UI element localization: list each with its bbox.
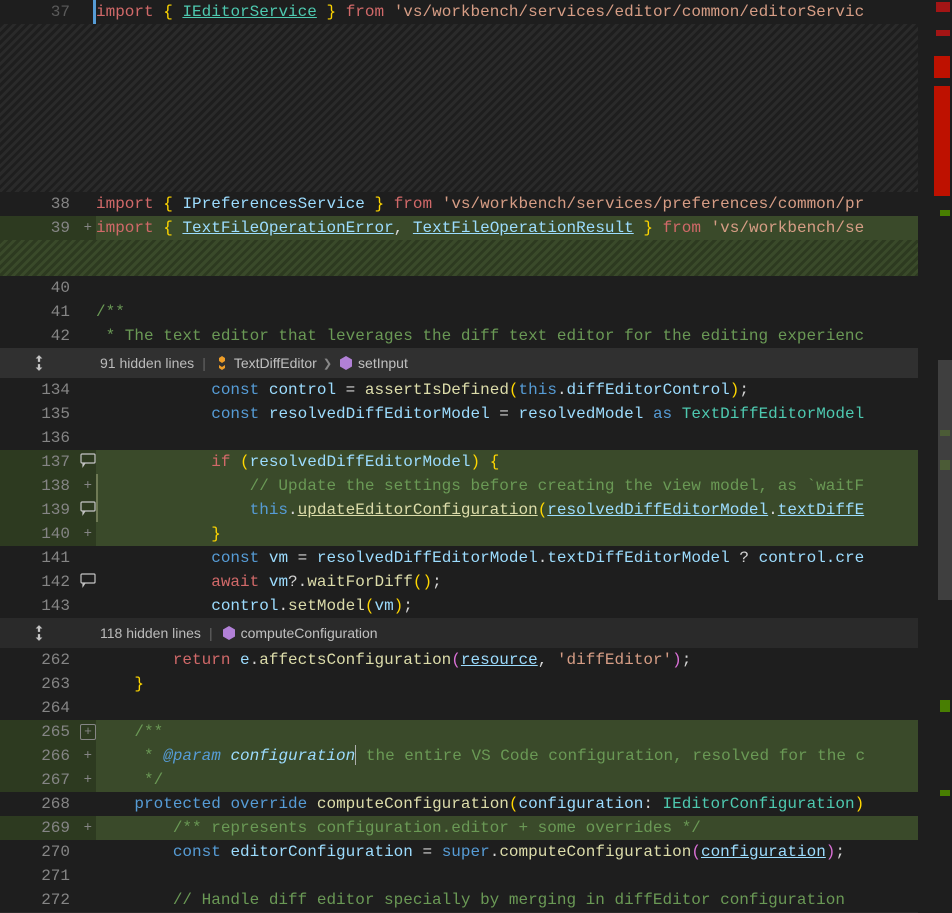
hidden-lines-label: 91 hidden lines (78, 355, 194, 371)
expr: control.cre (759, 549, 865, 567)
diff-gap (0, 240, 952, 276)
method-icon (221, 625, 237, 641)
fn: waitForDiff (307, 573, 413, 591)
line-number: 38 (0, 192, 78, 216)
comment: // Update the settings before creating t… (250, 477, 865, 495)
string: 'vs/workbench/se (711, 219, 865, 237)
line-number: 267+ (0, 768, 78, 792)
comment-thread-icon[interactable] (80, 500, 96, 516)
scrollbar-thumb[interactable] (938, 360, 952, 600)
ov-add-marker[interactable] (940, 700, 950, 712)
comment: /** represents configuration.editor + so… (173, 819, 701, 837)
class-icon (214, 355, 230, 371)
fn: updateEditorConfiguration (298, 501, 538, 519)
fold-bar[interactable]: 91 hidden lines | TextDiffEditor ❯ setIn… (0, 348, 952, 378)
line-number: 134 (0, 378, 78, 402)
jsdoc-param: configuration (230, 747, 355, 765)
line-number: 142 (0, 570, 78, 594)
comment: */ (134, 771, 163, 789)
unfold-icon[interactable] (30, 354, 48, 372)
line-number: 271 (0, 864, 78, 888)
ov-error-marker[interactable] (936, 2, 950, 12)
comment: // Handle diff editor specially by mergi… (173, 891, 845, 909)
diff-gap (0, 24, 952, 192)
line-number: 141 (0, 546, 78, 570)
breadcrumb-class[interactable]: TextDiffEditor (234, 355, 317, 371)
comment: the entire VS Code configuration, resolv… (356, 747, 865, 765)
line-number: 138+ (0, 474, 78, 498)
add-comment-icon[interactable]: + (80, 724, 96, 740)
comment: * The text editor that leverages the dif… (96, 327, 864, 345)
fn: affectsConfiguration (259, 651, 451, 669)
fn: computeConfiguration (317, 795, 509, 813)
line-number: 37 (0, 0, 78, 24)
fn: computeConfiguration (499, 843, 691, 861)
comment-thread-icon[interactable] (80, 572, 96, 588)
line-number: 269+ (0, 816, 78, 840)
string: 'diffEditor' (557, 651, 672, 669)
text-cursor (355, 745, 356, 765)
line-number: 42 (0, 324, 78, 348)
line-number: 40 (0, 276, 78, 300)
line-number: 39+ (0, 216, 78, 240)
ident: TextFileOperationResult (413, 219, 634, 237)
method-icon (338, 355, 354, 371)
ident: TextFileOperationError (182, 219, 393, 237)
overview-ruler[interactable] (918, 0, 952, 913)
ov-error-marker[interactable] (936, 30, 950, 36)
code-area[interactable]: 37 import { IEditorService } from 'vs/wo… (0, 0, 952, 913)
line-number: 264 (0, 696, 78, 720)
line-number: 263 (0, 672, 78, 696)
line-number: 262 (0, 648, 78, 672)
jsdoc-tag: @param (163, 747, 221, 765)
string: 'vs/workbench/services/preferences/commo… (442, 195, 864, 213)
line-number: 136 (0, 426, 78, 450)
ov-error-marker[interactable] (934, 56, 950, 78)
comment: /** (134, 723, 163, 741)
comment-thread-icon[interactable] (80, 452, 96, 468)
line-number: 41 (0, 300, 78, 324)
type: TextDiffEditorModel (682, 405, 864, 423)
line-number: 265 + (0, 720, 78, 744)
line-number: 137 (0, 450, 78, 474)
comment: /** (96, 303, 125, 321)
hidden-lines-label: 118 hidden lines (78, 625, 201, 641)
line-number: 143 (0, 594, 78, 618)
line-number: 135 (0, 402, 78, 426)
ident: IPreferencesService (182, 195, 364, 213)
fn: assertIsDefined (365, 381, 509, 399)
ov-add-marker[interactable] (940, 210, 950, 216)
breadcrumb-method[interactable]: computeConfiguration (241, 625, 378, 641)
line-number: 139 (0, 498, 78, 522)
line-number: 270 (0, 840, 78, 864)
line-number: 140+ (0, 522, 78, 546)
ov-add-marker[interactable] (940, 790, 950, 796)
fn: setModel (288, 597, 365, 615)
string: 'vs/workbench/services/editor/common/edi… (394, 3, 864, 21)
line-number: 272 (0, 888, 78, 912)
type: IEditorConfiguration (663, 795, 855, 813)
line-number: 266+ (0, 744, 78, 768)
diff-editor[interactable]: 37 import { IEditorService } from 'vs/wo… (0, 0, 952, 913)
unfold-icon[interactable] (30, 624, 48, 642)
line-number: 268 (0, 792, 78, 816)
ov-error-marker[interactable] (934, 86, 950, 196)
breadcrumb-method[interactable]: setInput (358, 355, 408, 371)
kw-import: import (96, 3, 154, 21)
ident: IEditorService (182, 3, 316, 21)
fold-bar[interactable]: 118 hidden lines | computeConfiguration (0, 618, 952, 648)
chevron-right-icon: ❯ (317, 357, 338, 370)
